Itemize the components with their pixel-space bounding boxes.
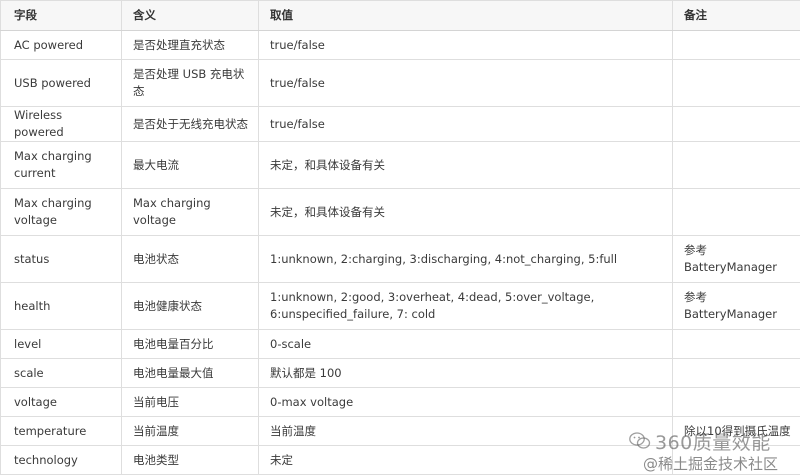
cell-note [673, 107, 800, 142]
cell-field: Wireless powered [1, 107, 122, 142]
cell-meaning: 电池状态 [122, 236, 259, 283]
table-row: Max charging current最大电流未定，和具体设备有关 [1, 142, 800, 189]
table-row: Max charging voltageMax charging voltage… [1, 189, 800, 236]
cell-value: 默认都是 100 [259, 359, 673, 388]
cell-field: temperature [1, 417, 122, 446]
cell-note: 除以10得到摄氏温度 [673, 417, 800, 446]
table-row: status电池状态1:unknown, 2:charging, 3:disch… [1, 236, 800, 283]
table-row: health电池健康状态1:unknown, 2:good, 3:overhea… [1, 283, 800, 330]
cell-meaning: 是否处理直充状态 [122, 31, 259, 60]
table-row: AC powered是否处理直充状态true/false [1, 31, 800, 60]
cell-note [673, 60, 800, 107]
header-meaning: 含义 [122, 1, 259, 31]
cell-meaning: 当前温度 [122, 417, 259, 446]
cell-value: true/false [259, 60, 673, 107]
table-header-row: 字段 含义 取值 备注 [1, 1, 800, 31]
header-field: 字段 [1, 1, 122, 31]
cell-note [673, 189, 800, 236]
table-row: temperature当前温度当前温度除以10得到摄氏温度 [1, 417, 800, 446]
table-row: voltage当前电压0-max voltage [1, 388, 800, 417]
cell-meaning: 电池电量最大值 [122, 359, 259, 388]
cell-field: AC powered [1, 31, 122, 60]
table-row: USB powered是否处理 USB 充电状态true/false [1, 60, 800, 107]
cell-note [673, 446, 800, 475]
cell-note [673, 359, 800, 388]
cell-field: Max charging voltage [1, 189, 122, 236]
cell-meaning: 最大电流 [122, 142, 259, 189]
cell-note [673, 388, 800, 417]
cell-meaning: 电池健康状态 [122, 283, 259, 330]
cell-field: level [1, 330, 122, 359]
header-value: 取值 [259, 1, 673, 31]
header-note: 备注 [673, 1, 800, 31]
cell-meaning: 是否处理 USB 充电状态 [122, 60, 259, 107]
cell-note: 参考 BatteryManager [673, 236, 800, 283]
cell-value: 0-max voltage [259, 388, 673, 417]
cell-value: 1:unknown, 2:charging, 3:discharging, 4:… [259, 236, 673, 283]
cell-value: 当前温度 [259, 417, 673, 446]
cell-value: true/false [259, 107, 673, 142]
cell-value: 未定，和具体设备有关 [259, 189, 673, 236]
cell-meaning: 当前电压 [122, 388, 259, 417]
cell-note [673, 142, 800, 189]
table-row: technology电池类型未定 [1, 446, 800, 475]
cell-field: scale [1, 359, 122, 388]
cell-field: health [1, 283, 122, 330]
cell-field: USB powered [1, 60, 122, 107]
cell-meaning: 是否处于无线充电状态 [122, 107, 259, 142]
cell-value: true/false [259, 31, 673, 60]
cell-value: 未定 [259, 446, 673, 475]
cell-meaning: 电池电量百分比 [122, 330, 259, 359]
table-row: Wireless powered是否处于无线充电状态true/false [1, 107, 800, 142]
cell-field: Max charging current [1, 142, 122, 189]
battery-fields-table: 字段 含义 取值 备注 AC powered是否处理直充状态true/false… [0, 0, 800, 475]
cell-field: voltage [1, 388, 122, 417]
cell-note: 参考 BatteryManager [673, 283, 800, 330]
cell-field: status [1, 236, 122, 283]
cell-value: 未定，和具体设备有关 [259, 142, 673, 189]
table-row: scale电池电量最大值默认都是 100 [1, 359, 800, 388]
cell-note [673, 330, 800, 359]
cell-value: 1:unknown, 2:good, 3:overheat, 4:dead, 5… [259, 283, 673, 330]
table-row: level电池电量百分比0-scale [1, 330, 800, 359]
cell-field: technology [1, 446, 122, 475]
cell-meaning: Max charging voltage [122, 189, 259, 236]
cell-note [673, 31, 800, 60]
cell-value: 0-scale [259, 330, 673, 359]
cell-meaning: 电池类型 [122, 446, 259, 475]
